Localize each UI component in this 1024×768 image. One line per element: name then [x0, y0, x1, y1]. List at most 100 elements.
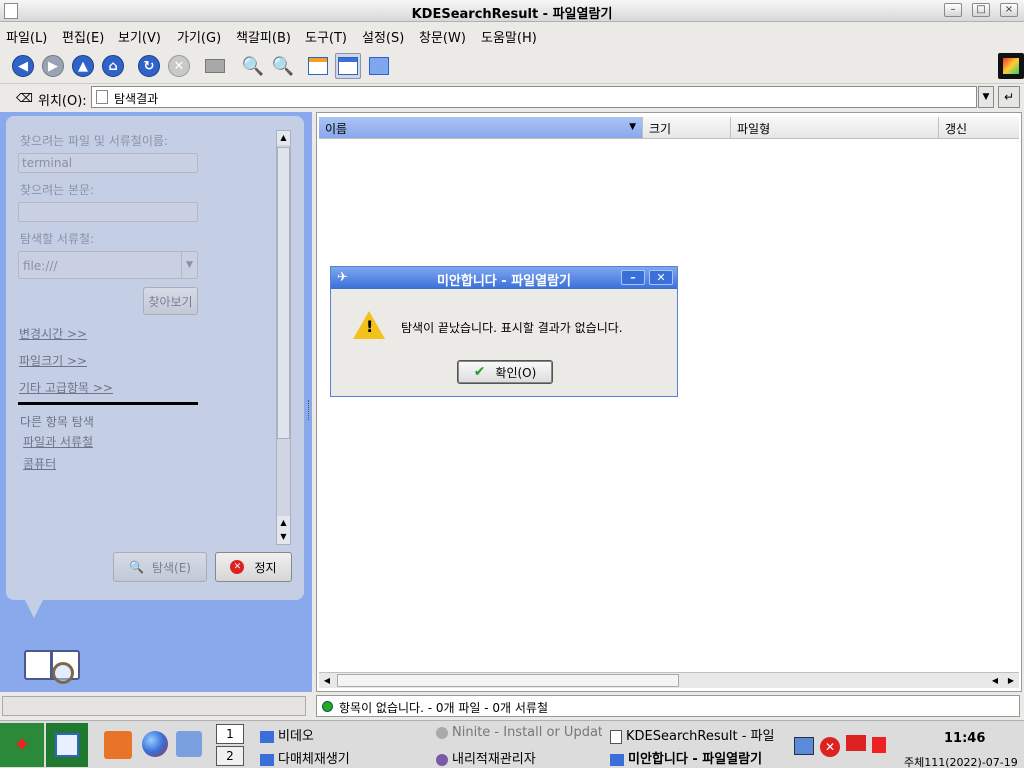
scroll-down-arrow-icon[interactable]: ▼ — [277, 530, 290, 544]
status-text: 항목이 없습니다. - 0개 파일 - 0개 서류철 — [339, 701, 549, 715]
menu-file[interactable]: 파일(L) — [6, 27, 47, 46]
close-button[interactable]: × — [1000, 3, 1018, 17]
show-desktop-button[interactable] — [46, 723, 88, 767]
horizontal-scrollbar[interactable]: ◀ ◀ ▶ — [319, 672, 1019, 688]
location-dropdown-button[interactable]: ▼ — [978, 86, 994, 108]
forward-button[interactable]: ▶ — [40, 53, 66, 79]
taskbar: ✦ 1 2 비데오 Ninite - Install or Updat KDES… — [0, 720, 1024, 768]
column-modified[interactable]: 갱신 — [939, 117, 1019, 139]
name-input[interactable] — [18, 153, 198, 173]
menu-tools[interactable]: 도구(T) — [305, 27, 347, 46]
minimize-button[interactable]: – — [944, 3, 962, 17]
dialog-titlebar[interactable]: ✈ 미안합니다 - 파일열람기 – ✕ — [331, 267, 677, 289]
browse-button[interactable]: 찾아보기 — [143, 287, 198, 315]
dialog-close-button[interactable]: ✕ — [649, 270, 673, 285]
status-field: 항목이 없습니다. - 0개 파일 - 0개 서류철 — [316, 695, 1020, 717]
reload-button[interactable]: ↻ — [136, 53, 162, 79]
location-input[interactable]: 탐색결과 — [91, 86, 977, 108]
divider — [18, 402, 198, 405]
start-menu-button[interactable]: ✦ — [0, 723, 44, 767]
up-arrow-icon: ▲ — [72, 55, 94, 77]
image-preview-icon — [369, 57, 389, 75]
up-button[interactable]: ▲ — [70, 53, 96, 79]
scroll-down-icon[interactable]: ▲ — [277, 516, 290, 530]
task-sorry-dialog[interactable]: 미안합니다 - 파일열람기 — [610, 748, 780, 767]
clear-location-icon[interactable]: ⌫ — [16, 91, 33, 105]
flag-icon — [846, 735, 866, 751]
menu-help[interactable]: 도움말(H) — [481, 27, 537, 46]
menu-bookmarks[interactable]: 책갈피(B) — [236, 27, 291, 46]
files-and-folders-link[interactable]: 파일과 서류철 — [23, 433, 93, 450]
scroll-left-icon[interactable]: ◀ — [319, 673, 335, 688]
menu-window[interactable]: 창문(W) — [419, 27, 466, 46]
reload-icon: ↻ — [138, 55, 160, 77]
window-titlebar[interactable]: KDESearchResult - 파일열람기 – □ × — [0, 0, 1024, 22]
dialog-ok-button[interactable]: ✔ 확인(O) — [457, 360, 553, 384]
task-video[interactable]: 비데오 — [260, 725, 430, 744]
go-button[interactable]: ↵ — [998, 86, 1020, 108]
content-label: 찾으려는 본문: — [20, 183, 95, 197]
search-button[interactable]: 🔍 탐색(E) — [113, 552, 207, 582]
scroll-thumb[interactable] — [277, 147, 290, 439]
task-download-manager[interactable]: 내리적재관리자 — [436, 748, 602, 767]
preview-button[interactable] — [366, 53, 392, 79]
stop-load-button[interactable]: ✕ — [166, 53, 192, 79]
maximize-button[interactable]: □ — [972, 3, 990, 17]
folder-combo[interactable]: file:/// ▼ — [18, 251, 198, 279]
task-media-player[interactable]: 다매체재생기 — [260, 748, 430, 767]
clock-date: 주체111(2022)-07-19 — [904, 756, 1018, 768]
computer-link[interactable]: 콤퓨터 — [23, 455, 56, 472]
modified-time-link[interactable]: 변경시간 >> — [19, 325, 87, 342]
volume-muted-icon[interactable]: ✕ — [820, 737, 840, 757]
name-label: 찾으려는 파일 및 서류철이름: — [20, 134, 168, 148]
column-type[interactable]: 파일형 — [731, 117, 939, 139]
panel-scrollbar[interactable]: ▲ ▲ ▼ — [276, 130, 291, 545]
scroll-right-small-icon[interactable]: ◀ — [987, 673, 1003, 688]
menu-go[interactable]: 가기(G) — [177, 27, 221, 46]
launcher-media-icon[interactable] — [176, 731, 202, 757]
column-size[interactable]: 크기 — [643, 117, 731, 139]
task-file-browser[interactable]: KDESearchResult - 파일 — [610, 725, 778, 744]
menu-settings[interactable]: 설정(S) — [362, 27, 404, 46]
network-icon[interactable] — [794, 737, 814, 755]
menu-edit[interactable]: 편집(E) — [62, 27, 104, 46]
icon-view-button[interactable] — [305, 53, 331, 79]
detail-view-button[interactable] — [335, 53, 361, 79]
zoom-out-button[interactable]: 🔍 — [270, 53, 296, 79]
print-button[interactable] — [202, 53, 228, 79]
folder-value: file:/// — [23, 259, 58, 273]
launcher-globe-icon[interactable] — [142, 731, 168, 757]
back-arrow-icon: ◀ — [12, 55, 34, 77]
dialog-minimize-button[interactable]: – — [621, 270, 645, 285]
result-list-view[interactable]: 이름 ▼ 크기 파일형 갱신 ◀ ◀ ▶ — [316, 112, 1022, 692]
location-value: 탐색결과 — [114, 92, 159, 106]
advanced-options-link[interactable]: 기타 고급항목 >> — [19, 379, 113, 396]
zoom-in-button[interactable]: 🔍 — [240, 53, 266, 79]
back-button[interactable]: ◀ — [10, 53, 36, 79]
dialog-ok-label: 확인(O) — [495, 365, 537, 380]
party-flag-icon — [872, 737, 886, 753]
clock-time[interactable]: 11:46 — [944, 731, 985, 746]
menu-view[interactable]: 보기(V) — [118, 27, 161, 46]
file-size-link[interactable]: 파일크기 >> — [19, 352, 87, 369]
desktop-1-button[interactable]: 1 — [216, 724, 244, 744]
scroll-right-icon[interactable]: ▶ — [1003, 673, 1019, 688]
search-icon: 🔍 — [129, 560, 144, 574]
search-result-icon — [96, 90, 108, 104]
home-button[interactable]: ⌂ — [100, 53, 126, 79]
warning-icon: ! — [353, 311, 385, 339]
speech-bubble-tail — [24, 598, 44, 618]
task-ninite[interactable]: Ninite - Install or Updat — [436, 725, 602, 740]
scroll-up-icon[interactable]: ▲ — [277, 131, 290, 145]
location-label: 위치(O): — [38, 94, 87, 109]
dialog-message: 탐색이 끝났습니다. 표시할 결과가 없습니다. — [401, 321, 623, 335]
task-video-label: 비데오 — [278, 729, 314, 744]
desktop-pencil-icon — [55, 733, 79, 757]
launcher-books-icon[interactable] — [104, 731, 132, 759]
column-name[interactable]: 이름 ▼ — [319, 117, 643, 139]
h-scroll-thumb[interactable] — [337, 674, 679, 687]
content-input[interactable] — [18, 202, 198, 222]
stop-button[interactable]: ✕ 정지 — [215, 552, 292, 582]
sidebar-splitter[interactable] — [308, 400, 312, 420]
desktop-2-button[interactable]: 2 — [216, 746, 244, 766]
